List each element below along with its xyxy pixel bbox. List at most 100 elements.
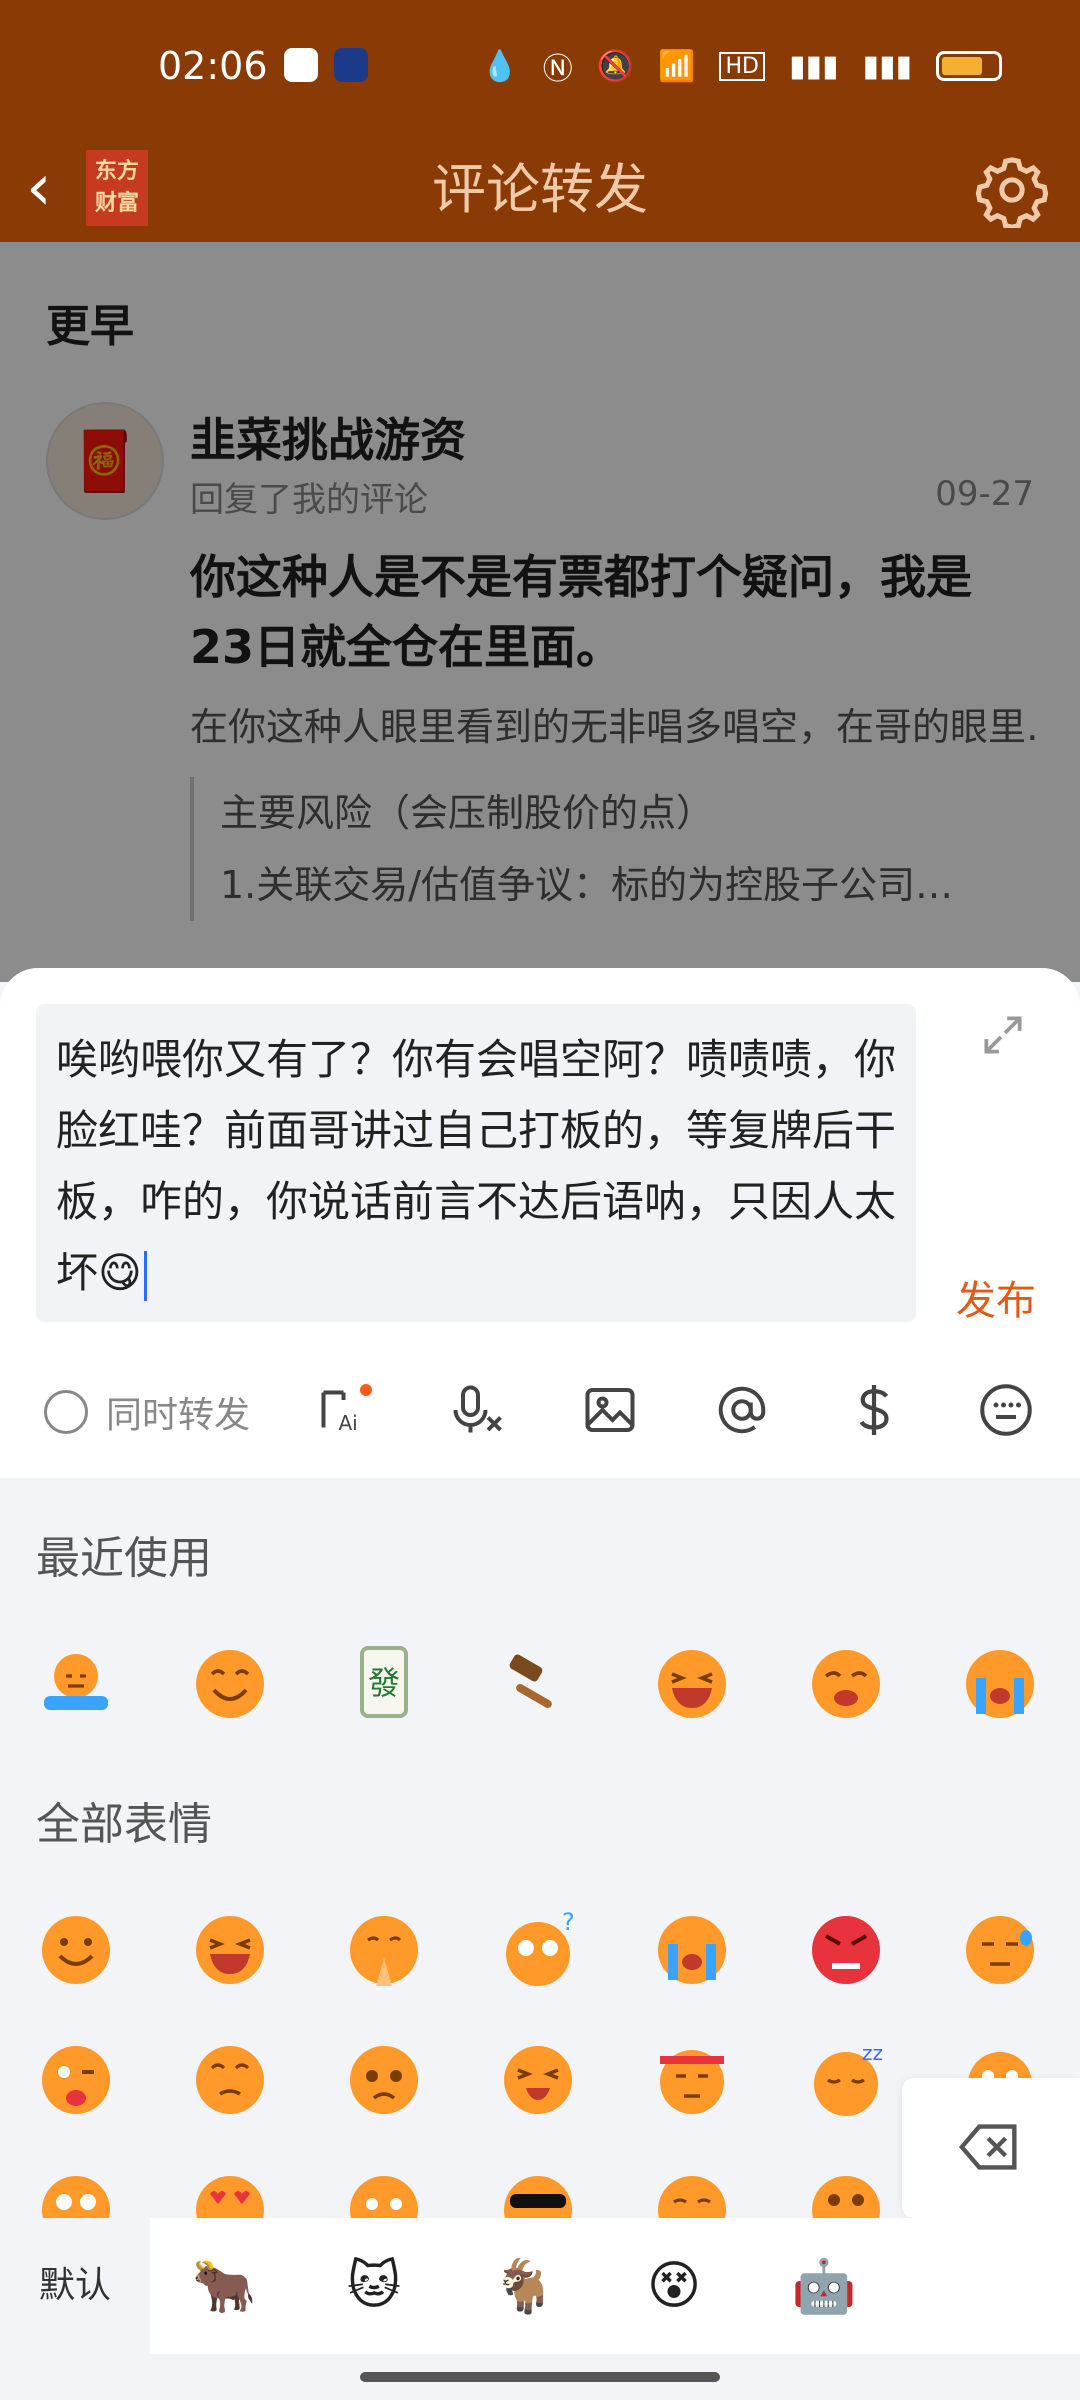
voice-icon xyxy=(453,1385,502,1433)
image-icon xyxy=(585,1388,635,1432)
composer-toolbar: 同时转发 Ai xyxy=(0,1356,1080,1466)
blush-icon xyxy=(658,2176,726,2218)
smile-emoji[interactable] xyxy=(36,1910,116,1990)
tab-cat-sticker[interactable]: 🐱 xyxy=(336,2248,412,2324)
anxious-emoji[interactable] xyxy=(806,2170,886,2218)
dollar-icon xyxy=(859,1385,889,1435)
signal-4g-icon: ▮▮▮ xyxy=(862,48,912,84)
ai-question-button[interactable]: Ai xyxy=(316,1380,376,1440)
emoji-tab-bar: 默认 🐂 🐱 🐐 😵 🤖 xyxy=(0,2218,1080,2354)
angry-icon xyxy=(812,1916,880,1984)
home-indicator[interactable] xyxy=(360,2372,720,2382)
headband-icon xyxy=(660,2050,724,2114)
modal-overlay[interactable] xyxy=(0,242,1080,982)
all-emoji-label: 全部表情 xyxy=(36,1799,212,1850)
headband-emoji[interactable] xyxy=(652,2040,732,2120)
tab-ox-sticker[interactable]: 🐂 xyxy=(186,2248,262,2324)
notification-drop-icon: 💧 xyxy=(481,48,519,84)
wifi-icon: 📶 xyxy=(658,48,696,84)
heart-eyes-icon xyxy=(196,2176,264,2218)
sweat-icon xyxy=(966,1916,1034,1984)
tab-face-sticker[interactable]: 😵 xyxy=(636,2248,712,2324)
delete-button[interactable] xyxy=(902,2078,1080,2218)
mahjong-fa-emoji[interactable]: 發 xyxy=(344,1644,424,1724)
recent-label: 最近使用 xyxy=(36,1533,212,1584)
radio-icon xyxy=(44,1390,88,1434)
keyboard-icon xyxy=(980,1384,1032,1436)
pleading-emoji[interactable] xyxy=(344,2040,424,2120)
wink-tongue-emoji[interactable] xyxy=(36,2040,116,2120)
publish-button[interactable]: 发布 xyxy=(956,1268,1036,1326)
grin-icon xyxy=(196,1916,264,1984)
tab-goat-sticker[interactable]: 🐐 xyxy=(486,2248,562,2324)
smile-icon xyxy=(196,1650,264,1718)
blush-emoji[interactable] xyxy=(652,2170,732,2218)
giggle-emoji[interactable] xyxy=(498,2040,578,2120)
signal-4g-icon: ▮▮▮ xyxy=(788,48,839,84)
comment-text: 唉哟喂你又有了？你有会唱空阿？啧啧啧，你脸红哇？前面哥讲过自己打板的，等复牌后干… xyxy=(56,1035,897,1297)
svg-text:Ai: Ai xyxy=(339,1411,358,1435)
text-cursor xyxy=(143,1250,147,1301)
nfc-icon: Ⓝ xyxy=(542,52,573,87)
angry-emoji[interactable] xyxy=(806,1910,886,1990)
cat-sticker-icon: 🐱 xyxy=(346,2256,402,2316)
sunglasses-emoji[interactable] xyxy=(498,2170,578,2218)
thinking-icon xyxy=(196,2046,264,2114)
keyboard-button[interactable] xyxy=(976,1380,1036,1440)
gear-icon xyxy=(975,157,1049,230)
expand-button[interactable] xyxy=(978,1010,1028,1060)
moon-app-icon xyxy=(334,48,368,82)
gavel-icon xyxy=(509,1654,552,1708)
crying-emoji[interactable] xyxy=(806,1644,886,1724)
pleading-icon xyxy=(350,2046,418,2114)
voice-input-button[interactable] xyxy=(448,1380,508,1440)
baidu-app-icon xyxy=(284,48,318,82)
backspace-icon xyxy=(958,2124,1017,2170)
comment-input[interactable]: 唉哟喂你又有了？你有会唱空阿？啧啧啧，你脸红哇？前面哥讲过自己打板的，等复牌后干… xyxy=(36,1004,916,1322)
grin-emoji[interactable] xyxy=(190,1910,270,1990)
pray-emoji[interactable] xyxy=(344,1910,424,1990)
confused-icon: ? xyxy=(506,1908,575,1986)
shocked-icon xyxy=(42,2176,110,2218)
hd-icon: HD xyxy=(719,51,765,81)
tears-emoji[interactable] xyxy=(652,1910,732,1990)
svg-text:zz: zz xyxy=(862,2041,883,2065)
tab-default[interactable]: 默认 xyxy=(0,2218,150,2354)
ai-question-icon: Ai xyxy=(321,1384,372,1435)
bell-off-icon: 🔕 xyxy=(596,48,635,84)
repost-label: 同时转发 xyxy=(106,1395,251,1436)
status-bar: 02:06 💧 Ⓝ 🔕 📶 HD ▮▮▮ ▮▮▮ xyxy=(0,0,1080,138)
confused-emoji[interactable]: ? xyxy=(498,1908,578,1990)
tab-robot-sticker[interactable]: 🤖 xyxy=(786,2248,862,2324)
battery-icon xyxy=(936,51,1002,81)
expand-icon xyxy=(984,1016,1022,1054)
shrug-emoji[interactable] xyxy=(36,1644,116,1724)
sleepy-emoji[interactable]: zz xyxy=(806,2040,886,2120)
svg-text:?: ? xyxy=(562,1910,575,1936)
wink-icon xyxy=(42,2046,110,2114)
giggle-icon xyxy=(504,2046,572,2114)
smile-emoji[interactable] xyxy=(190,1644,270,1724)
goat-sticker-icon: 🐐 xyxy=(491,2256,557,2317)
grumpy-emoji[interactable] xyxy=(344,2170,424,2218)
thinking-emoji[interactable] xyxy=(190,2040,270,2120)
pray-icon xyxy=(350,1916,418,1986)
gavel-emoji[interactable] xyxy=(498,1644,578,1724)
sleepy-icon: zz xyxy=(814,2041,883,2116)
mention-button[interactable] xyxy=(712,1380,772,1440)
app-header: ‹ 东方财富 评论转发 xyxy=(0,138,1080,242)
repost-checkbox[interactable]: 同时转发 xyxy=(44,1386,250,1438)
status-time: 02:06 xyxy=(158,44,268,88)
sweat-emoji[interactable] xyxy=(960,1910,1040,1990)
anxious-icon xyxy=(812,2176,880,2218)
heart-eyes-emoji[interactable] xyxy=(190,2170,270,2218)
shocked-emoji[interactable] xyxy=(36,2170,116,2218)
comment-sheet: 唉哟喂你又有了？你有会唱空阿？啧啧啧，你脸红哇？前面哥讲过自己打板的，等复牌后干… xyxy=(0,968,1080,1478)
laugh-emoji[interactable] xyxy=(652,1644,732,1724)
at-icon xyxy=(718,1386,766,1434)
stock-button[interactable] xyxy=(844,1380,904,1440)
sob-emoji[interactable] xyxy=(960,1644,1040,1724)
image-button[interactable] xyxy=(580,1380,640,1440)
settings-button[interactable] xyxy=(974,152,1050,230)
shrug-icon xyxy=(44,1654,108,1710)
